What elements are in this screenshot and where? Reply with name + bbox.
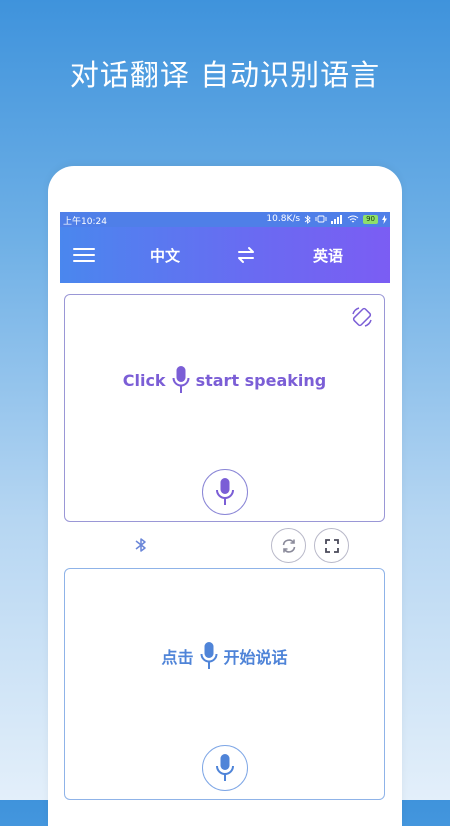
fullscreen-button[interactable]	[314, 528, 349, 563]
prompt-text-before: Click	[122, 370, 166, 390]
wifi-icon	[347, 215, 359, 222]
prompt-text-before: 点击	[161, 648, 194, 667]
charging-icon	[382, 214, 387, 224]
fullscreen-icon	[324, 538, 339, 553]
hamburger-menu-icon[interactable]	[73, 245, 95, 265]
microphone-icon	[172, 366, 190, 393]
start-speaking-button-zh[interactable]	[202, 745, 248, 791]
network-speed: 10.8K/s	[266, 214, 301, 224]
speak-prompt-en: Click start speaking	[65, 365, 384, 395]
swap-arrows-icon[interactable]	[235, 246, 257, 264]
microphone-icon	[216, 478, 234, 505]
promo-headline: 对话翻译 自动识别语言	[69, 58, 381, 92]
microphone-icon	[200, 642, 217, 669]
status-icons: 10.8K/s 90	[266, 214, 387, 224]
prompt-text-after: start speaking	[195, 370, 327, 390]
prompt-text-after: 开始说话	[223, 648, 288, 667]
bluetooth-icon[interactable]	[132, 536, 150, 554]
signal-icon	[331, 214, 343, 224]
speak-prompt-zh: 点击 开始说话	[65, 641, 384, 671]
refresh-button[interactable]	[271, 528, 306, 563]
rotate-screen-icon[interactable]	[350, 305, 374, 329]
refresh-icon	[282, 538, 295, 553]
source-language-button[interactable]: 中文	[150, 245, 180, 266]
status-time: 上午10:24	[63, 217, 107, 227]
target-speech-panel[interactable]: 点击 开始说话	[64, 568, 385, 800]
middle-controls	[64, 528, 385, 563]
battery-indicator: 90	[363, 214, 378, 224]
status-bar: 上午10:24 10.8K/s 90	[60, 212, 390, 227]
start-speaking-button[interactable]	[202, 469, 248, 515]
source-speech-panel[interactable]: Click start speaking	[64, 294, 385, 522]
vibrate-icon	[315, 215, 327, 223]
phone-mockup: 上午10:24 10.8K/s 90 中文 英语 Click start spe…	[48, 166, 402, 826]
microphone-icon	[216, 754, 234, 781]
bluetooth-status-icon	[304, 214, 311, 224]
app-toolbar: 中文 英语	[60, 227, 390, 283]
target-language-button[interactable]: 英语	[313, 245, 343, 266]
